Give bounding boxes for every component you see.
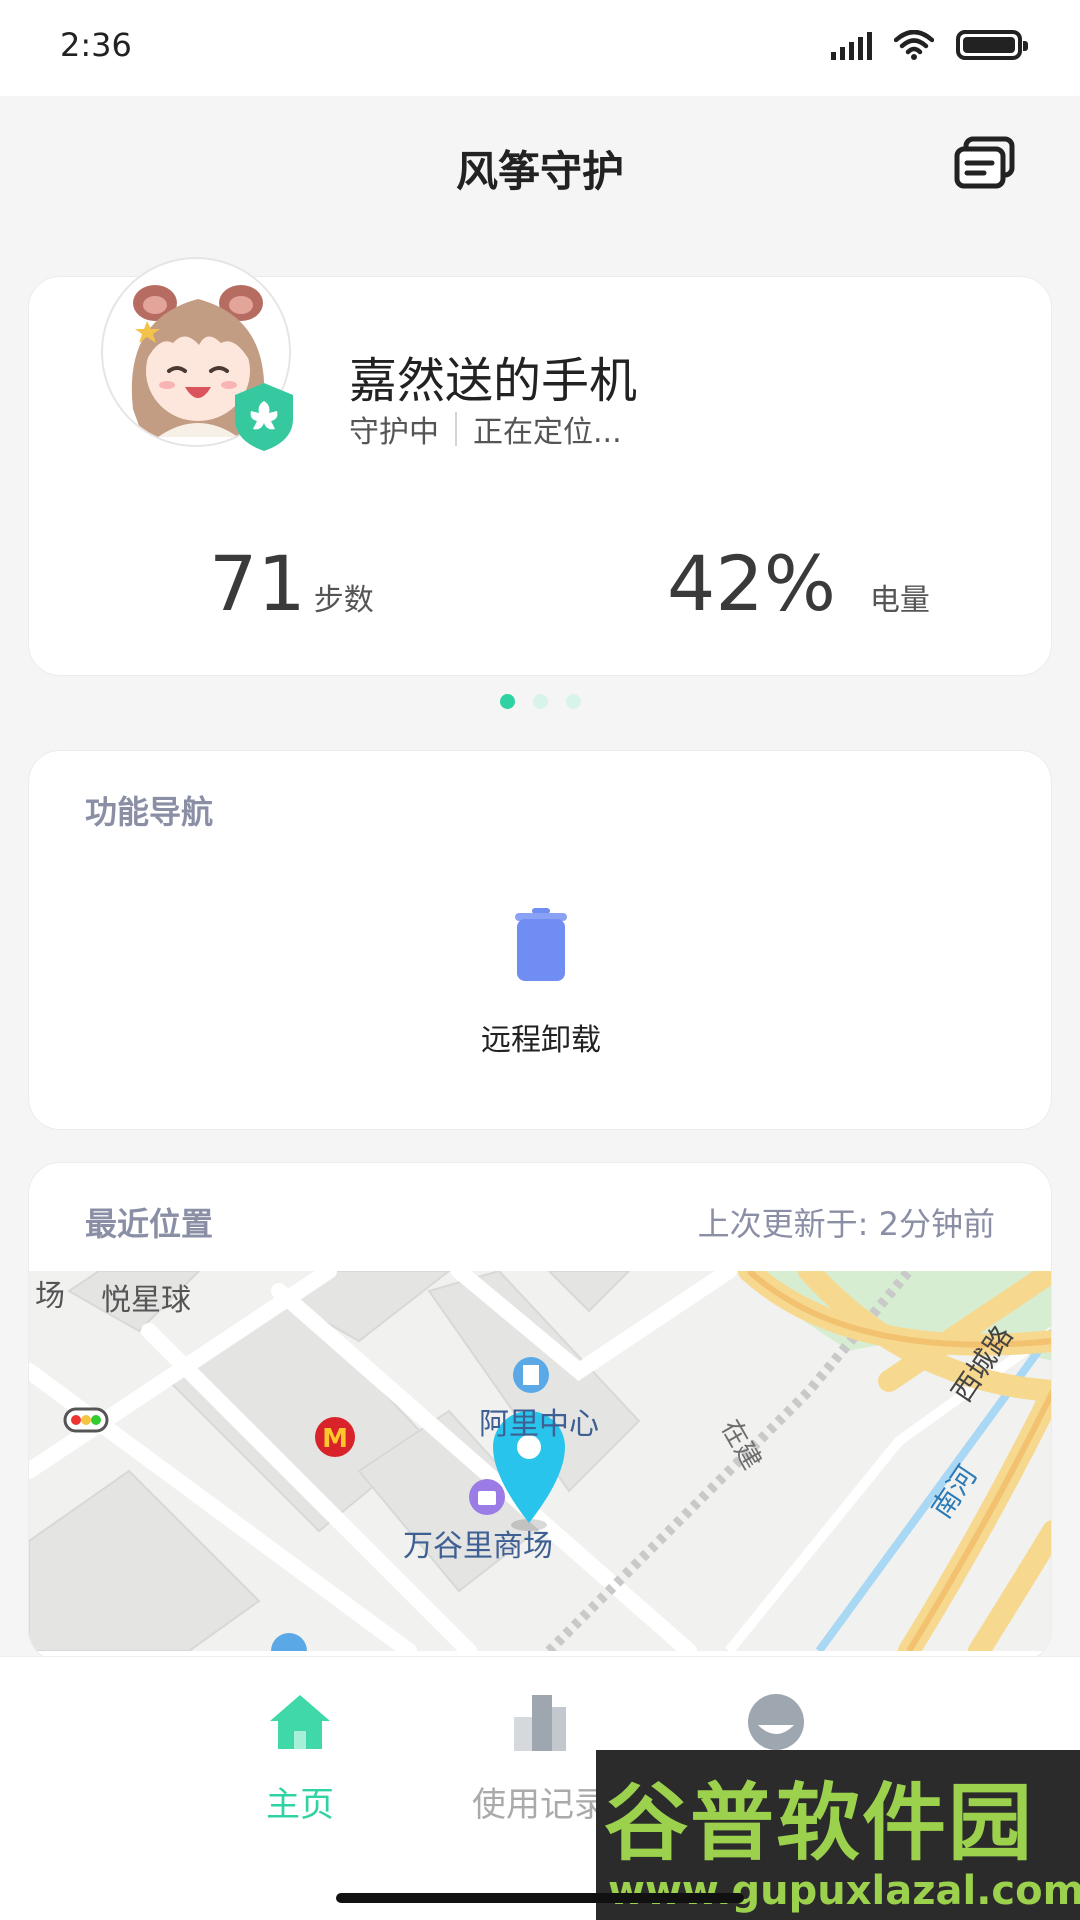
device-card[interactable]: 嘉然送的手机 守护中 正在定位... 71 步数 42% 电量	[28, 257, 1052, 676]
battery-value: 42%	[667, 539, 836, 628]
recent-location-card[interactable]: 最近位置 上次更新于: 2分钟前 M 场 悦星球 阿里中心 万谷里商场 在建 西…	[28, 1162, 1052, 1662]
watermark-title: 谷普软件园	[604, 1774, 1035, 1872]
device-name: 嘉然送的手机	[349, 353, 638, 409]
bar-chart-icon	[514, 1695, 566, 1751]
home-icon	[270, 1695, 330, 1749]
steps-stat: 71 步数	[209, 539, 374, 628]
remote-uninstall-button[interactable]: 远程卸载	[451, 907, 631, 1059]
page-title: 风筝守护	[455, 147, 624, 196]
carousel-pager	[0, 694, 1080, 709]
guard-status: 守护中	[349, 415, 439, 450]
battery-icon	[956, 30, 1028, 60]
location-updated-time: 上次更新于: 2分钟前	[697, 1205, 995, 1243]
map-label: 万谷里商场	[403, 1529, 553, 1564]
app-header: 风筝守护	[0, 96, 1080, 236]
tab-home[interactable]: 主页	[200, 1693, 400, 1826]
status-divider	[455, 412, 457, 446]
map-label: 悦星球	[101, 1283, 191, 1318]
wifi-icon	[894, 30, 934, 60]
trash-icon	[515, 908, 567, 981]
status-bar: 2:36	[0, 0, 1080, 96]
home-indicator[interactable]	[336, 1893, 744, 1903]
pager-dot[interactable]	[499, 694, 515, 709]
battery-stat: 42% 电量	[667, 539, 930, 628]
map-label: 场	[35, 1279, 65, 1314]
svg-text:M: M	[322, 1424, 348, 1454]
location-status: 正在定位...	[473, 415, 622, 450]
signal-icon	[831, 30, 872, 60]
map-label: 阿里中心	[479, 1407, 599, 1442]
device-status: 守护中 正在定位...	[349, 407, 622, 451]
avatar-wrap	[101, 257, 295, 451]
pager-dot[interactable]	[532, 694, 548, 709]
steps-value: 71	[209, 539, 306, 628]
pager-dot[interactable]	[565, 694, 581, 709]
tab-home-label: 主页	[266, 1785, 334, 1825]
profile-icon	[748, 1694, 804, 1750]
feature-nav-card: 功能导航 远程卸载	[28, 750, 1052, 1130]
map-canvas: M	[29, 1271, 1051, 1651]
feature-nav-title: 功能导航	[85, 793, 214, 831]
cards-icon[interactable]	[954, 136, 1016, 190]
watermark-url: www.gupuxlazal.com	[608, 1868, 1080, 1914]
remote-uninstall-label: 远程卸载	[481, 1023, 601, 1058]
shield-icon	[235, 383, 293, 451]
status-icons	[831, 30, 1028, 60]
status-time: 2:36	[60, 26, 132, 64]
battery-label: 电量	[869, 583, 930, 618]
location-map[interactable]: M 场 悦星球 阿里中心 万谷里商场 在建 西城路 南河	[29, 1271, 1051, 1651]
steps-label: 步数	[313, 583, 374, 618]
recent-location-title: 最近位置	[85, 1205, 214, 1243]
